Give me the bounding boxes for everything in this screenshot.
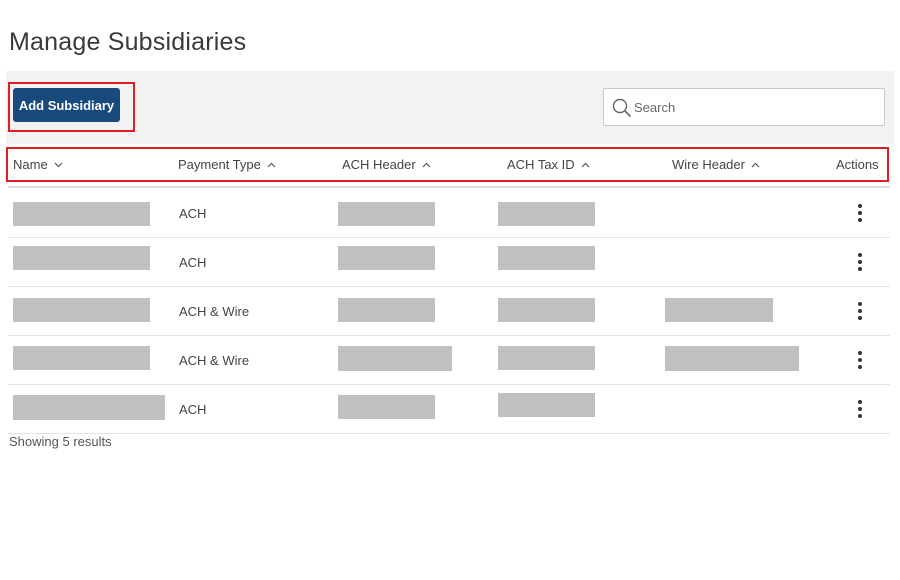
payment-type-cell: ACH & Wire — [179, 304, 250, 319]
row-actions-icon[interactable] — [853, 398, 867, 420]
add-subsidiary-button[interactable]: Add Subsidiary — [13, 88, 120, 122]
manage-subsidiaries-page: Manage Subsidiaries Add Subsidiary Name … — [0, 0, 900, 580]
chevron-up-icon — [751, 162, 760, 167]
payment-type-cell: ACH & Wire — [179, 353, 250, 368]
column-header-label: Payment Type — [178, 157, 261, 172]
column-header-name[interactable]: Name — [13, 157, 63, 172]
payment-type-cell: ACH — [179, 255, 207, 270]
row-actions-icon[interactable] — [853, 202, 867, 224]
header-divider — [8, 186, 890, 188]
table-row: ACH & Wire — [8, 336, 890, 385]
row-actions-icon[interactable] — [853, 251, 867, 273]
column-header-payment-type[interactable]: Payment Type — [178, 157, 276, 172]
redacted-wire-header — [665, 298, 773, 322]
redacted-ach-tax-id — [498, 246, 595, 270]
column-header-label: ACH Tax ID — [507, 157, 575, 172]
redacted-name — [13, 298, 150, 322]
table-row: ACH — [8, 238, 890, 287]
redacted-ach-tax-id — [498, 393, 595, 417]
row-actions-icon[interactable] — [853, 300, 867, 322]
column-header-ach-header[interactable]: ACH Header — [342, 157, 431, 172]
results-count: Showing 5 results — [9, 434, 112, 449]
column-header-label: Actions — [836, 157, 879, 172]
chevron-down-icon — [54, 162, 63, 167]
column-header-label: Name — [13, 157, 48, 172]
column-header-ach-tax-id[interactable]: ACH Tax ID — [507, 157, 590, 172]
page-title: Manage Subsidiaries — [9, 28, 247, 56]
column-header-actions: Actions — [836, 157, 879, 172]
redacted-ach-header — [338, 298, 435, 322]
redacted-wire-header — [665, 346, 799, 371]
chevron-up-icon — [422, 162, 431, 167]
redacted-ach-header — [338, 202, 435, 226]
redacted-name — [13, 346, 150, 370]
redacted-ach-header — [338, 246, 435, 270]
redacted-name — [13, 202, 150, 226]
payment-type-cell: ACH — [179, 206, 207, 221]
search-input[interactable] — [634, 95, 874, 119]
chevron-up-icon — [267, 162, 276, 167]
table-row: ACH — [8, 189, 890, 238]
chevron-up-icon — [581, 162, 590, 167]
column-header-label: ACH Header — [342, 157, 416, 172]
search-box[interactable] — [603, 88, 885, 126]
table-row: ACH & Wire — [8, 287, 890, 336]
redacted-name — [13, 395, 165, 420]
payment-type-cell: ACH — [179, 402, 207, 417]
table-row: ACH — [8, 385, 890, 434]
redacted-ach-tax-id — [498, 298, 595, 322]
redacted-name — [13, 246, 150, 270]
column-header-label: Wire Header — [672, 157, 745, 172]
column-header-wire-header[interactable]: Wire Header — [672, 157, 760, 172]
search-icon — [612, 98, 631, 117]
redacted-ach-header — [338, 346, 452, 371]
row-actions-icon[interactable] — [853, 349, 867, 371]
redacted-ach-header — [338, 395, 435, 419]
redacted-ach-tax-id — [498, 346, 595, 370]
redacted-ach-tax-id — [498, 202, 595, 226]
